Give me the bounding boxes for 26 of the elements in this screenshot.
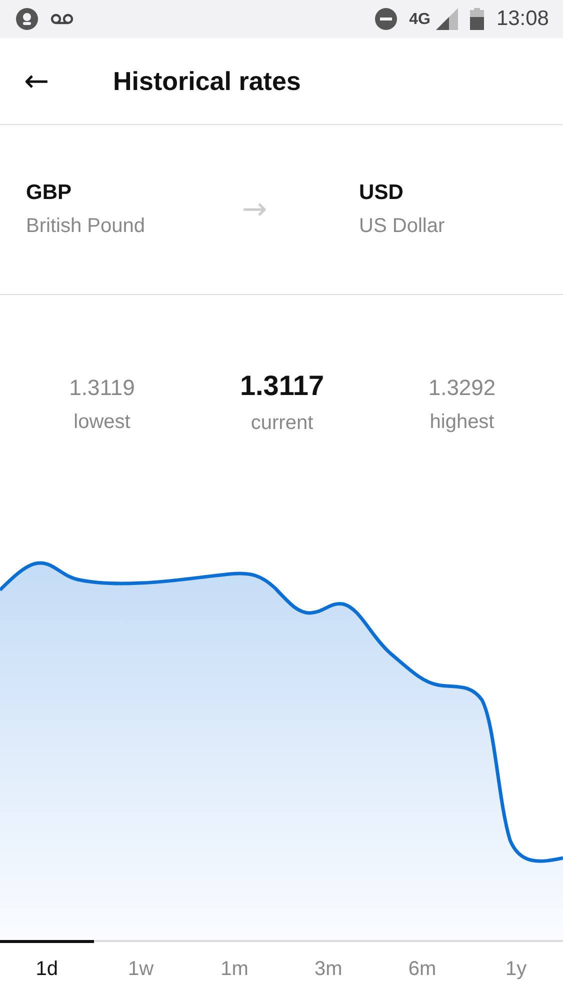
currency-name: British Pound [26, 215, 146, 238]
signal-icon [436, 8, 458, 30]
period-tab[interactable]: 6m [375, 940, 470, 995]
do-not-disturb-icon [375, 8, 398, 30]
period-tab[interactable]: 1d [0, 940, 94, 995]
rate-value: 1.3117 [240, 370, 324, 402]
back-button[interactable]: ← [24, 64, 104, 98]
period-tab[interactable]: 1m [188, 940, 282, 995]
rate-label: highest [430, 411, 494, 434]
period-tab[interactable]: 1w [94, 940, 188, 995]
app-logo-icon [16, 8, 38, 30]
period-tab[interactable]: 1y [469, 940, 563, 995]
rate-value: 1.3292 [428, 375, 496, 401]
page-title: Historical rates [113, 66, 301, 96]
currency-code: GBP [26, 181, 73, 205]
currency-code: USD [359, 181, 404, 205]
battery-icon [470, 8, 484, 30]
network-type: 4G [409, 11, 430, 29]
voicemail-icon [50, 13, 74, 25]
arrow-icon: → [242, 192, 360, 227]
rate-label: current [250, 412, 314, 435]
clock: 13:08 [496, 7, 549, 31]
period-tab[interactable]: 3m [282, 940, 376, 995]
currency-name: US Dollar [359, 215, 446, 238]
rate-value: 1.3119 [69, 375, 135, 401]
rate-label: lowest [74, 411, 130, 434]
